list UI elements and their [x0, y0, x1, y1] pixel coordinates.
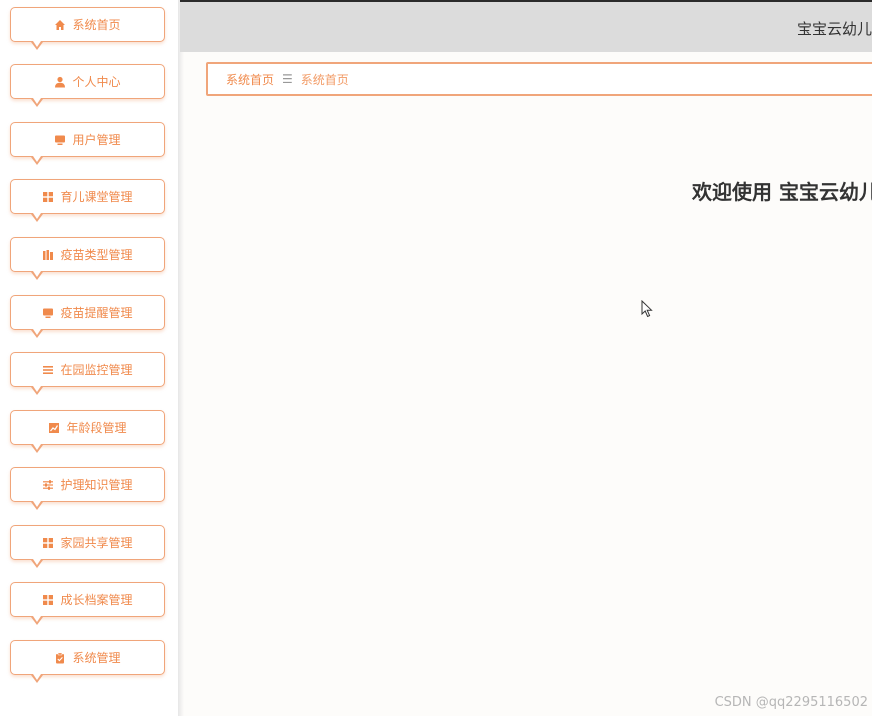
sidebar-item-home-school-sharing[interactable]: 家园共享管理 [10, 525, 165, 568]
breadcrumb-separator-icon: ☰ [282, 72, 293, 86]
list-icon [42, 364, 54, 376]
breadcrumb: 系统首页 ☰ 系统首页 [206, 62, 872, 96]
watermark: CSDN @qq2295116502 [714, 695, 868, 710]
sidebar-item-label: 疫苗类型管理 [60, 248, 133, 262]
home-icon [54, 19, 66, 31]
top-header: 宝宝云幼儿 [180, 0, 872, 52]
clipboard-icon [54, 652, 66, 664]
menu-tail [31, 213, 43, 222]
sidebar-item-label: 在园监控管理 [60, 363, 133, 377]
sidebar-item-growth-records[interactable]: 成长档案管理 [10, 582, 165, 625]
sidebar-shadow [178, 0, 184, 716]
sliders-icon [42, 479, 54, 491]
grid-icon [42, 537, 54, 549]
breadcrumb-current: 系统首页 [300, 72, 349, 87]
sidebar-item-user-management[interactable]: 用户管理 [10, 122, 165, 165]
menu-tail [31, 156, 43, 165]
menu-tail [31, 386, 43, 395]
chart-icon [48, 422, 60, 434]
sidebar-item-age-group[interactable]: 年龄段管理 [10, 410, 165, 453]
breadcrumb-home-link[interactable]: 系统首页 [226, 71, 274, 88]
mouse-cursor-icon [641, 299, 653, 322]
sidebar-item-campus-monitoring[interactable]: 在园监控管理 [10, 352, 165, 395]
monitor-icon [54, 134, 66, 146]
menu-tail [31, 444, 43, 453]
sidebar-item-label: 育儿课堂管理 [60, 190, 133, 204]
menu-tail [31, 501, 43, 510]
sidebar-item-vaccine-type[interactable]: 疫苗类型管理 [10, 237, 165, 280]
menu-tail [31, 329, 43, 338]
menu-tail [31, 98, 43, 107]
books-icon [42, 249, 54, 261]
sidebar-item-parenting-class[interactable]: 育儿课堂管理 [10, 179, 165, 222]
sidebar-item-vaccine-reminder[interactable]: 疫苗提醒管理 [10, 295, 165, 338]
site-title: 宝宝云幼儿 [796, 20, 872, 38]
menu-tail [31, 616, 43, 625]
sidebar: 系统首页 个人中心 用户管理 育儿课堂管理 疫苗类型管理 疫苗提醒管理 在园监控… [0, 0, 180, 716]
menu-tail [31, 41, 43, 50]
sidebar-item-label: 成长档案管理 [60, 593, 133, 607]
menu-tail [31, 271, 43, 280]
sidebar-item-system-management[interactable]: 系统管理 [10, 640, 165, 683]
sidebar-item-home[interactable]: 系统首页 [10, 7, 165, 50]
sidebar-item-label: 系统管理 [72, 651, 121, 665]
monitor-icon [42, 307, 54, 319]
sidebar-item-label: 个人中心 [72, 75, 121, 89]
welcome-heading: 欢迎使用 宝宝云幼儿 [692, 180, 872, 204]
sidebar-item-personal-center[interactable]: 个人中心 [10, 64, 165, 107]
sidebar-item-label: 疫苗提醒管理 [60, 306, 133, 320]
user-icon [54, 76, 66, 88]
sidebar-item-label: 系统首页 [72, 18, 121, 32]
sidebar-item-label: 护理知识管理 [60, 478, 133, 492]
sidebar-item-label: 用户管理 [72, 133, 121, 147]
sidebar-item-label: 家园共享管理 [60, 536, 133, 550]
menu-tail [31, 674, 43, 683]
sidebar-item-label: 年龄段管理 [66, 421, 127, 435]
grid-icon [42, 191, 54, 203]
menu-tail [31, 559, 43, 568]
sidebar-item-nursing-knowledge[interactable]: 护理知识管理 [10, 467, 165, 510]
grid-icon [42, 594, 54, 606]
